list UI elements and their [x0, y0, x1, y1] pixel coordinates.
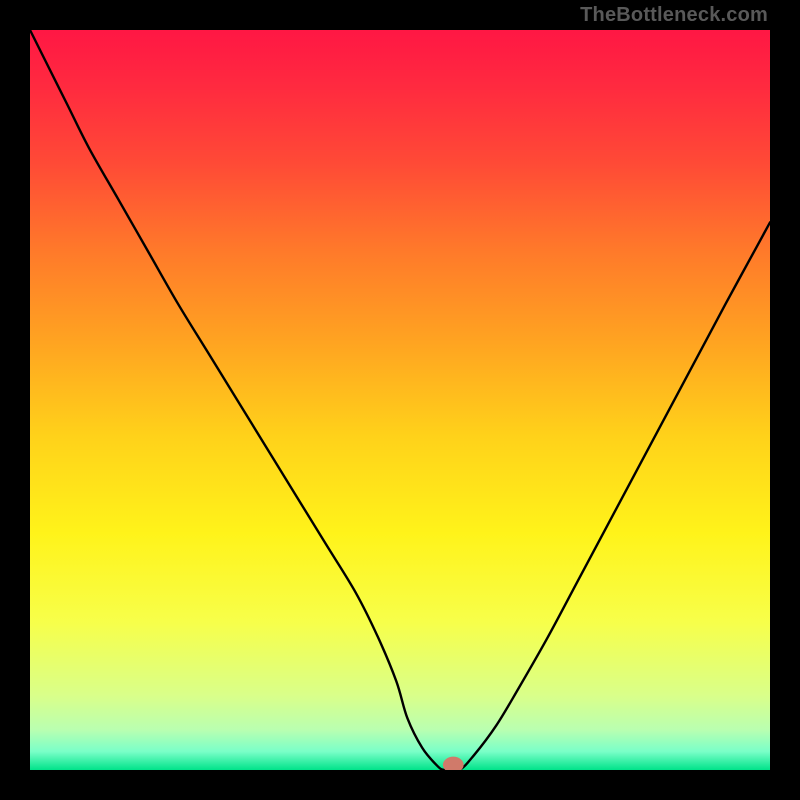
plot-area [30, 30, 770, 770]
chart-svg [30, 30, 770, 770]
gradient-background [30, 30, 770, 770]
chart-frame: TheBottleneck.com [0, 0, 800, 800]
watermark-text: TheBottleneck.com [580, 4, 768, 27]
